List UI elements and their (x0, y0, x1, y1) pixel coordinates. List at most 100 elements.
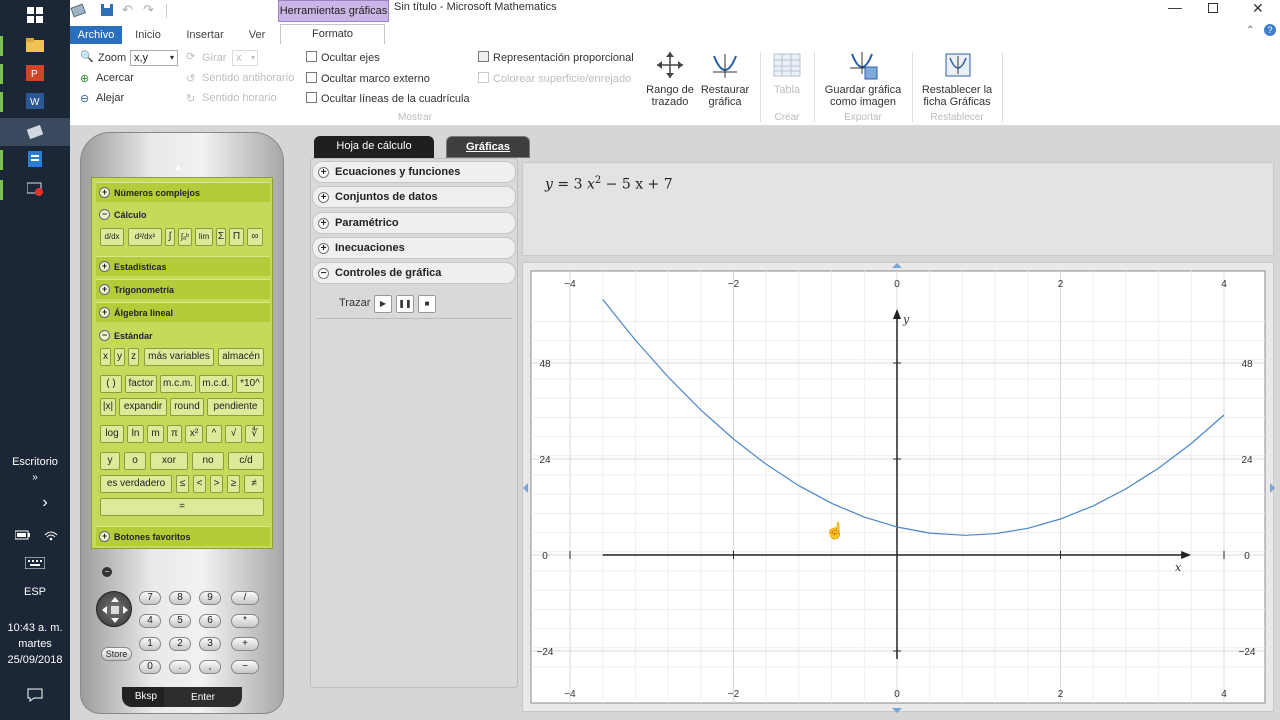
key-product[interactable]: Π (229, 228, 244, 246)
numpad-key[interactable]: + (231, 637, 259, 651)
key-xor[interactable]: xor (150, 452, 188, 470)
key-sqrt[interactable]: √ (225, 425, 242, 443)
numpad-key[interactable]: * (231, 614, 259, 628)
help-icon[interactable]: ? (1264, 24, 1276, 36)
key-expandir[interactable]: expandir (119, 398, 167, 416)
desktop-label[interactable]: Escritorio (0, 456, 70, 468)
chevron-down-icon[interactable]: » (0, 472, 70, 483)
restaurar-grafica-button[interactable]: Restaurar gráfica (696, 48, 754, 108)
key-m[interactable]: m (147, 425, 164, 443)
key-es-verdadero[interactable]: es verdadero (100, 475, 172, 493)
tab-ver[interactable]: Ver (240, 26, 274, 44)
key-infinity[interactable]: ∞ (247, 228, 263, 246)
key-derivative[interactable]: d/dx (100, 228, 124, 246)
numpad-key[interactable]: 7 (139, 591, 161, 605)
key-lt[interactable]: < (193, 475, 206, 493)
keyboard-icon[interactable] (22, 552, 48, 574)
key-leq[interactable]: ≤ (176, 475, 189, 493)
section-algebra-lineal[interactable]: + Álgebra lineal (96, 302, 270, 322)
ocultar-lineas-checkbox[interactable]: Ocultar líneas de la cuadrícula (306, 92, 470, 105)
collapse-ribbon-icon[interactable]: ⌃ (1246, 25, 1254, 36)
enter-button[interactable]: Enter (164, 687, 242, 707)
key-sum[interactable]: Σ (216, 228, 226, 246)
numpad-key[interactable]: , (199, 660, 221, 674)
trace-pause-button[interactable]: ❚❚ (396, 295, 414, 313)
accordion-ecuaciones[interactable]: + Ecuaciones y funciones (312, 161, 516, 183)
ocultar-marco-checkbox[interactable]: Ocultar marco externo (306, 72, 430, 85)
windows-start-icon[interactable] (22, 4, 48, 26)
numpad-key[interactable]: 8 (169, 591, 191, 605)
key-y[interactable]: y (114, 348, 125, 366)
numpad-key[interactable]: . (169, 660, 191, 674)
key-second-derivative[interactable]: d²/dx² (128, 228, 162, 246)
accordion-inecuaciones[interactable]: + Inecuaciones (312, 237, 516, 259)
key-pi[interactable]: π (167, 425, 182, 443)
alejar-button[interactable]: Alejar (96, 92, 124, 104)
dpad[interactable] (96, 591, 132, 627)
section-trigonometria[interactable]: + Trigonometría (96, 279, 270, 299)
key-integral[interactable]: ∫ (165, 228, 175, 246)
numpad-key[interactable]: / (231, 591, 259, 605)
key-mas-variables[interactable]: más variables (144, 348, 214, 366)
key-square[interactable]: x² (185, 425, 203, 443)
section-numeros-complejos[interactable]: + Números complejos (96, 182, 270, 202)
key-factor[interactable]: factor (125, 375, 157, 393)
clock-time[interactable]: 10:43 a. m. (0, 622, 70, 634)
acercar-button[interactable]: Acercar (96, 72, 134, 84)
wifi-icon[interactable] (38, 524, 64, 546)
key-gt[interactable]: > (210, 475, 223, 493)
key-almacen[interactable]: almacén (218, 348, 264, 366)
key-mcm[interactable]: m.c.m. (160, 375, 196, 393)
accordion-controles[interactable]: − Controles de gráfica (312, 262, 516, 284)
accordion-conjuntos[interactable]: + Conjuntos de datos (312, 186, 516, 208)
numpad-key[interactable]: 6 (199, 614, 221, 628)
tab-formato[interactable]: Formato (280, 24, 385, 45)
key-y-and[interactable]: y (100, 452, 120, 470)
language-indicator[interactable]: ESP (0, 586, 70, 598)
powerpoint-icon[interactable]: P (22, 62, 48, 84)
key-round[interactable]: round (170, 398, 204, 416)
mathematics-app-icon[interactable] (22, 121, 48, 143)
section-estandar[interactable]: − Estándar (96, 326, 270, 346)
key-fraction[interactable]: c/d (228, 452, 264, 470)
scroll-up-icon[interactable]: ▲ (174, 162, 183, 172)
tab-inicio[interactable]: Inicio (126, 26, 170, 44)
graph-plot[interactable]: −4−4−2−2002244−24 −240 024 2448 48xy☝ (523, 263, 1275, 713)
store-button[interactable]: Store (101, 647, 132, 661)
tab-hoja-de-calculo[interactable]: Hoja de cálculo (314, 136, 434, 158)
numpad-key[interactable]: 9 (199, 591, 221, 605)
key-times-ten-power[interactable]: *10^ (236, 375, 264, 393)
tab-archivo[interactable]: Archivo (70, 26, 122, 44)
file-explorer-icon[interactable] (22, 34, 48, 56)
battery-icon[interactable] (10, 524, 36, 546)
numpad-key[interactable]: 0 (139, 660, 161, 674)
key-pendiente[interactable]: pendiente (207, 398, 264, 416)
minimize-icon[interactable]: — (1168, 0, 1182, 15)
key-power[interactable]: ^ (206, 425, 222, 443)
key-o-or[interactable]: o (124, 452, 146, 470)
rango-trazado-button[interactable]: Rango de trazado (640, 48, 700, 108)
backspace-button[interactable]: Bksp (122, 687, 170, 707)
section-calculo[interactable]: − Cálculo (96, 205, 270, 225)
guardar-imagen-button[interactable]: Guardar gráfica como imagen (820, 48, 906, 108)
representacion-proporcional-toggle[interactable]: Representación proporcional (478, 51, 634, 64)
save-icon[interactable] (100, 3, 114, 17)
key-mcd[interactable]: m.c.d. (199, 375, 233, 393)
key-nth-root[interactable]: ∜ (245, 425, 264, 443)
equation-list[interactable]: y = 3 x2 − 5 x + 7 (522, 162, 1274, 256)
key-parentheses[interactable]: ( ) (100, 375, 122, 393)
trace-stop-button[interactable]: ■ (418, 295, 436, 313)
numpad-key[interactable]: − (231, 660, 259, 674)
key-no[interactable]: no (192, 452, 224, 470)
word-icon[interactable]: W (22, 90, 48, 112)
redo-icon[interactable]: ↷ (143, 2, 154, 18)
undo-icon[interactable]: ↶ (122, 2, 133, 18)
key-x[interactable]: x (100, 348, 111, 366)
restablecer-graficas-button[interactable]: Restablecer la ficha Gráficas (918, 48, 996, 108)
key-absolute[interactable]: |x| (100, 398, 116, 416)
accordion-parametrico[interactable]: + Paramétrico (312, 212, 516, 234)
key-geq[interactable]: ≥ (227, 475, 240, 493)
section-botones-favoritos[interactable]: + Botones favoritos (96, 526, 270, 546)
key-equals[interactable]: = (100, 498, 264, 516)
section-estadisticas[interactable]: + Estadísticas (96, 256, 270, 276)
